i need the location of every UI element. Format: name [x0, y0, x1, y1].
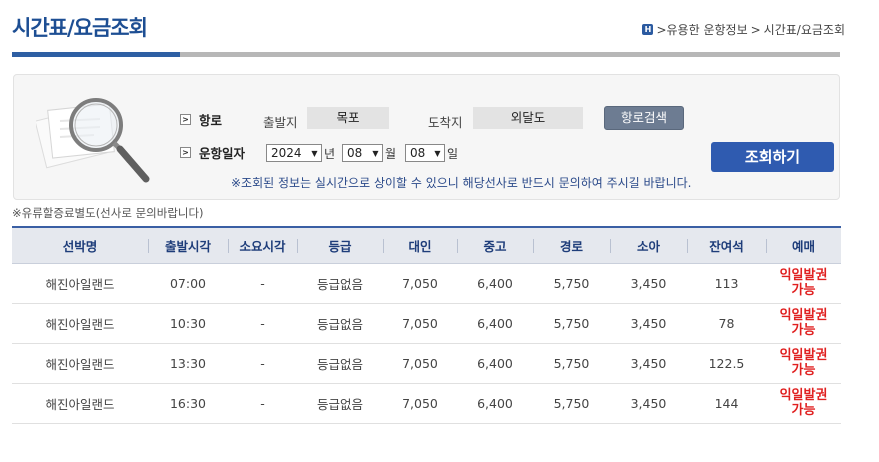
header-duration: 소요시각 [228, 226, 297, 264]
header-class: 등급 [297, 226, 383, 264]
cell-seats-left: 78 [687, 303, 766, 344]
header-departure: 출발시각 [148, 226, 228, 264]
depart-field[interactable]: 목포 [307, 107, 389, 129]
table-row: 해진아일랜드 07:00 - 등급없음 7,050 6,400 5,750 3,… [12, 263, 841, 304]
chevron-right-icon: > [180, 147, 191, 158]
arrive-label: 도착지 [428, 115, 463, 130]
cell-booking: 익일발권 가능 [766, 303, 841, 344]
header-senior: 경로 [533, 226, 610, 264]
table-row: 해진아일랜드 10:30 - 등급없음 7,050 6,400 5,750 3,… [12, 303, 841, 344]
cell-duration: - [228, 263, 297, 304]
cell-senior: 5,750 [533, 303, 610, 344]
header-student: 중고 [457, 226, 533, 264]
route-row-label: > 항로 [180, 110, 222, 129]
breadcrumb-separator: > [750, 22, 761, 37]
table-header-row: 선박명 출발시각 소요시각 등급 대인 중고 경로 소아 잔여석 예매 [12, 226, 841, 264]
booking-link[interactable]: 익일발권 가능 [778, 308, 830, 338]
breadcrumb-item-current: 시간표/요금조회 [763, 23, 845, 37]
cell-adult: 7,050 [383, 383, 457, 424]
header-adult: 대인 [383, 226, 457, 264]
schedule-table: 선박명 출발시각 소요시각 등급 대인 중고 경로 소아 잔여석 예매 해진아일… [12, 226, 841, 424]
cell-duration: - [228, 383, 297, 424]
booking-link[interactable]: 익일발권 가능 [778, 388, 830, 418]
header-booking: 예매 [766, 226, 841, 264]
cell-ship-name: 해진아일랜드 [12, 383, 148, 424]
dropdown-caret-icon: ▼ [372, 149, 379, 158]
cell-departure: 16:30 [148, 383, 228, 424]
date-row-label: > 운항일자 [180, 143, 245, 162]
cell-student: 6,400 [457, 383, 533, 424]
breadcrumb-item-useful-info[interactable]: >유용한 운항정보 [656, 21, 747, 38]
cell-class: 등급없음 [297, 383, 383, 424]
day-value: 08 [410, 146, 426, 160]
year-unit: 년 [324, 147, 336, 161]
month-select[interactable]: 08 ▼ [342, 144, 383, 162]
cell-child: 3,450 [610, 263, 687, 304]
cell-child: 3,450 [610, 303, 687, 344]
cell-senior: 5,750 [533, 343, 610, 384]
depart-label: 출발지 [263, 115, 298, 130]
header-seats-left: 잔여석 [687, 226, 766, 264]
dropdown-caret-icon: ▼ [434, 149, 441, 158]
cell-class: 등급없음 [297, 263, 383, 304]
cell-seats-left: 122.5 [687, 343, 766, 384]
cell-ship-name: 해진아일랜드 [12, 303, 148, 344]
cell-seats-left: 113 [687, 263, 766, 304]
route-label: 항로 [199, 113, 223, 128]
breadcrumb: H >유용한 운항정보 > 시간표/요금조회 [642, 21, 845, 38]
cell-departure: 10:30 [148, 303, 228, 344]
fuel-surcharge-note: ※유류할증료별도(선사로 문의바랍니다) [12, 206, 204, 220]
day-select[interactable]: 08 ▼ [405, 144, 445, 162]
dropdown-caret-icon: ▼ [311, 149, 318, 158]
header-ship-name: 선박명 [12, 226, 148, 264]
cell-adult: 7,050 [383, 263, 457, 304]
cell-child: 3,450 [610, 383, 687, 424]
title-divider [12, 52, 840, 57]
cell-ship-name: 해진아일랜드 [12, 263, 148, 304]
cell-adult: 7,050 [383, 303, 457, 344]
cell-departure: 07:00 [148, 263, 228, 304]
day-unit: 일 [447, 147, 459, 161]
cell-adult: 7,050 [383, 343, 457, 384]
booking-link[interactable]: 익일발권 가능 [778, 268, 830, 298]
title-divider-accent [12, 52, 180, 57]
month-unit: 월 [385, 147, 397, 161]
cell-booking: 익일발권 가능 [766, 383, 841, 424]
month-value: 08 [347, 146, 363, 160]
cell-senior: 5,750 [533, 263, 610, 304]
header-child: 소아 [610, 226, 687, 264]
cell-child: 3,450 [610, 343, 687, 384]
cell-class: 등급없음 [297, 303, 383, 344]
cell-student: 6,400 [457, 263, 533, 304]
cell-student: 6,400 [457, 343, 533, 384]
query-button[interactable]: 조회하기 [711, 142, 834, 172]
booking-link[interactable]: 익일발권 가능 [778, 348, 830, 378]
chevron-right-icon: > [180, 114, 191, 125]
date-label: 운항일자 [199, 146, 246, 161]
cell-ship-name: 해진아일랜드 [12, 343, 148, 384]
cell-class: 등급없음 [297, 343, 383, 384]
arrive-field[interactable]: 외달도 [473, 107, 583, 129]
cell-duration: - [228, 303, 297, 344]
year-value: 2024 [271, 146, 302, 160]
cell-booking: 익일발권 가능 [766, 343, 841, 384]
cell-senior: 5,750 [533, 383, 610, 424]
cell-booking: 익일발권 가능 [766, 263, 841, 304]
page-title: 시간표/요금조회 [12, 16, 148, 40]
table-row: 해진아일랜드 16:30 - 등급없음 7,050 6,400 5,750 3,… [12, 383, 841, 424]
cell-seats-left: 144 [687, 383, 766, 424]
cell-duration: - [228, 343, 297, 384]
home-icon[interactable]: H [642, 24, 654, 35]
year-select[interactable]: 2024 ▼ [266, 144, 322, 162]
cell-student: 6,400 [457, 303, 533, 344]
cell-departure: 13:30 [148, 343, 228, 384]
table-row: 해진아일랜드 13:30 - 등급없음 7,050 6,400 5,750 3,… [12, 343, 841, 384]
route-search-button[interactable]: 항로검색 [604, 106, 684, 130]
magnifier-icon [36, 98, 150, 183]
realtime-notice: ※조회된 정보는 실시간으로 상이할 수 있으니 해당선사로 반드시 문의하여 … [231, 176, 692, 190]
